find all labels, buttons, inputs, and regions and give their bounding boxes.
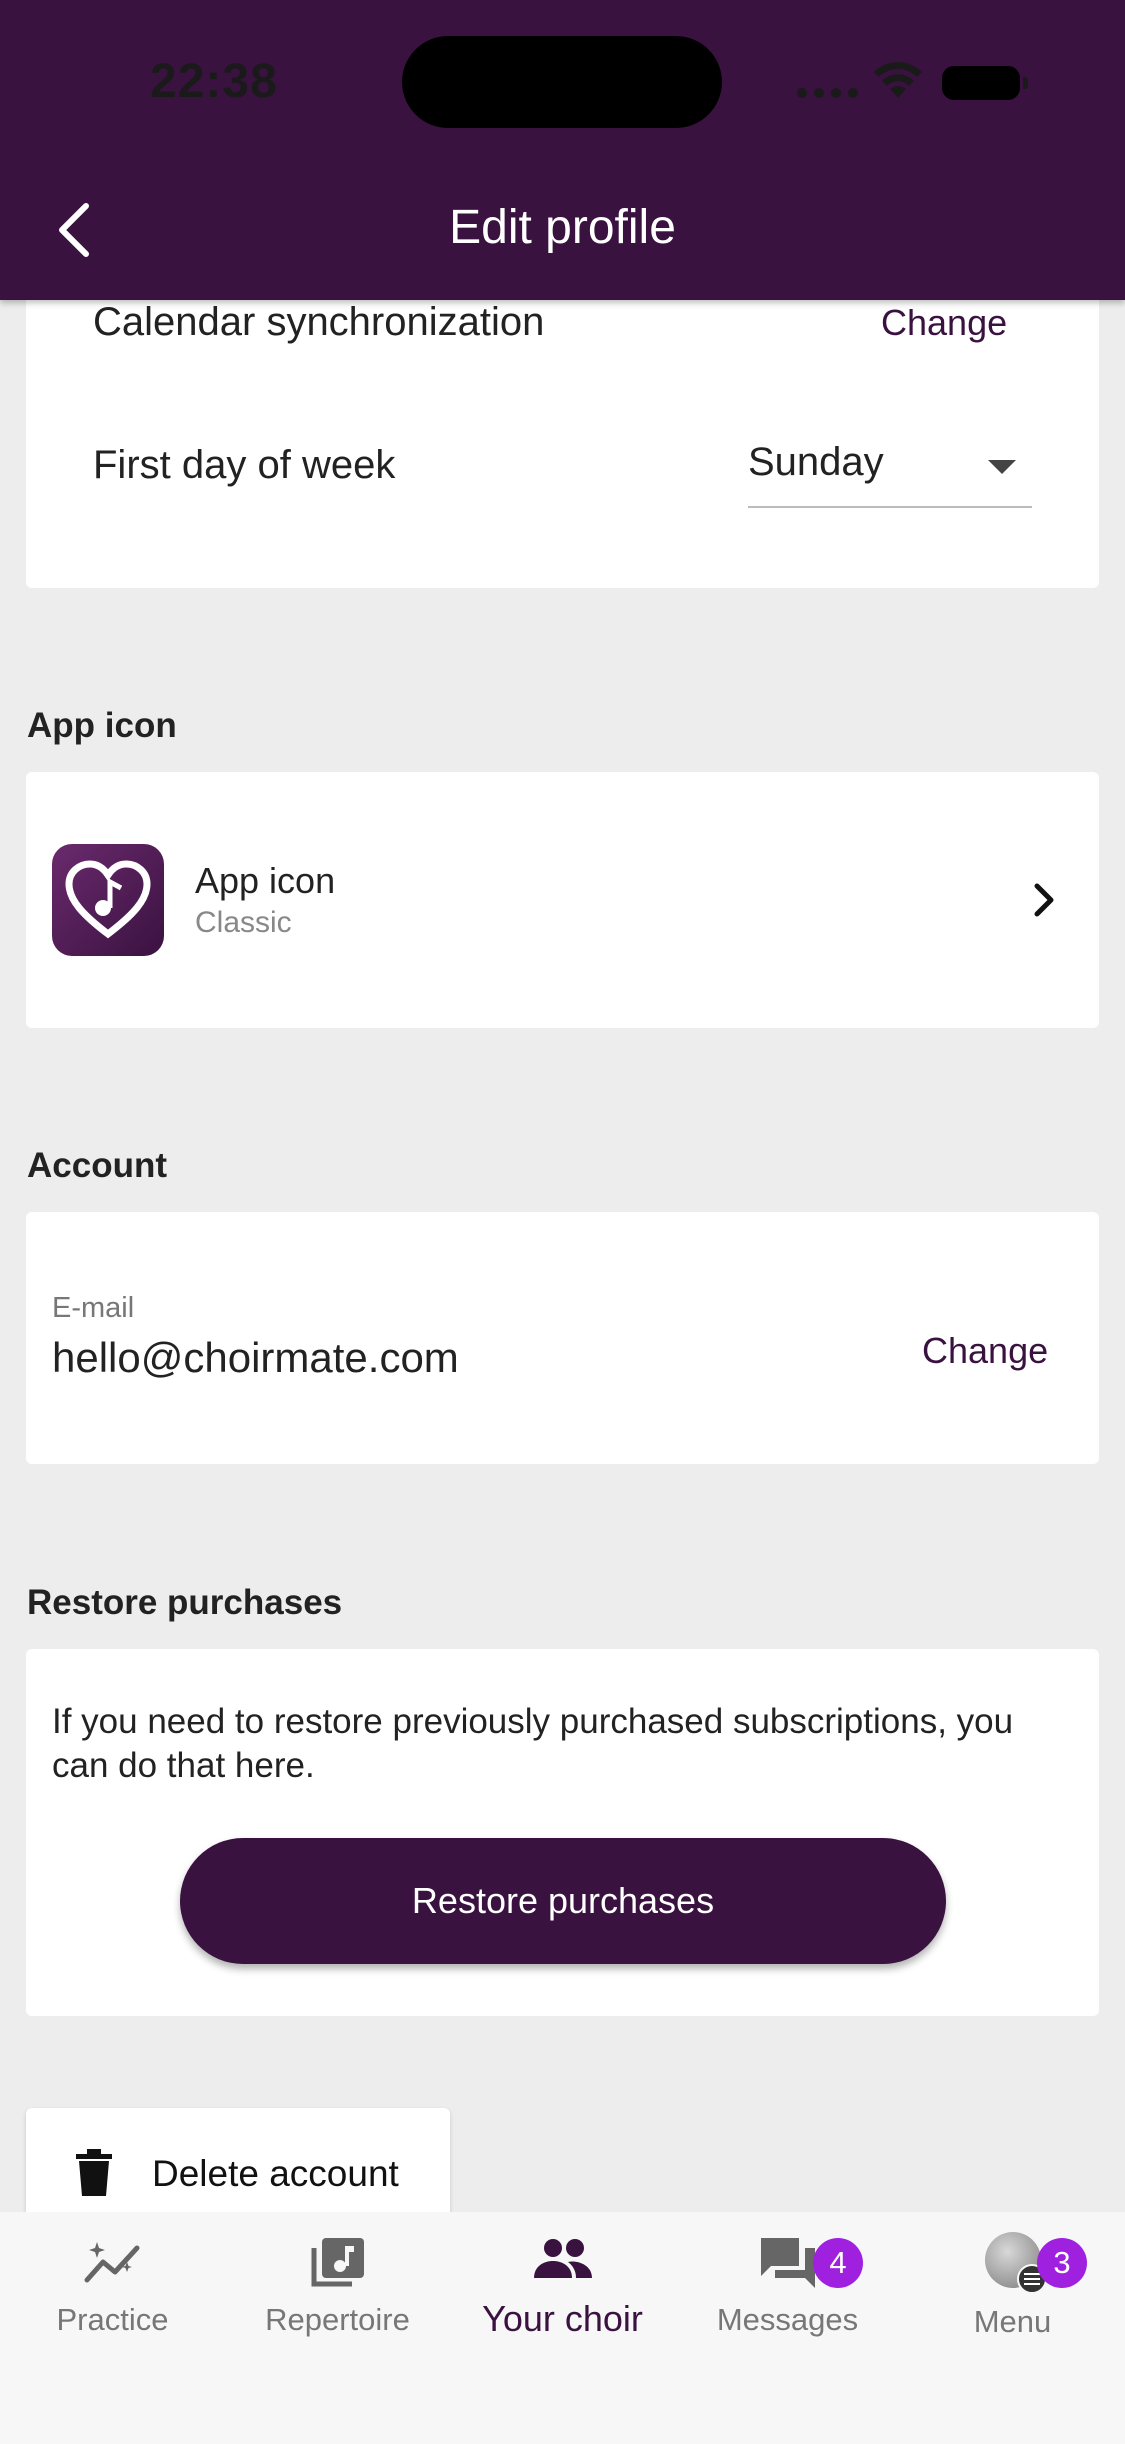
app-icon-heading: App icon xyxy=(27,706,177,745)
status-time: 22:38 xyxy=(150,55,278,108)
battery-icon xyxy=(942,66,1028,100)
nav-practice[interactable]: Practice xyxy=(0,2212,225,2362)
nav-menu-label: Menu xyxy=(973,2304,1052,2339)
nav-your-choir-label: Your choir xyxy=(482,2298,643,2339)
first-day-value: Sunday xyxy=(748,440,884,484)
calendar-sync-label: Calendar synchronization xyxy=(93,300,545,344)
restore-heading: Restore purchases xyxy=(27,1583,343,1622)
nav-repertoire[interactable]: Repertoire xyxy=(225,2212,450,2362)
nav-practice-label: Practice xyxy=(56,2302,169,2337)
chart-sparkle-icon xyxy=(84,2242,139,2283)
nav-messages-label: Messages xyxy=(716,2302,859,2337)
email-value: hello@choirmate.com xyxy=(52,1334,459,1381)
messages-badge: 4 xyxy=(813,2238,863,2288)
account-heading: Account xyxy=(27,1146,167,1185)
first-day-label: First day of week xyxy=(93,443,396,487)
wifi-icon xyxy=(874,62,922,98)
app-icon-title: App icon xyxy=(195,860,336,901)
trash-icon xyxy=(76,2149,112,2196)
dropdown-arrow-icon xyxy=(988,460,1016,474)
restore-description: If you need to restore previously purcha… xyxy=(52,1702,1014,1785)
email-change-button[interactable]: Change xyxy=(922,1330,1048,1372)
chevron-right-icon xyxy=(1034,883,1054,917)
page-title: Edit profile xyxy=(449,201,676,254)
nav-messages[interactable]: 4 Messages xyxy=(675,2212,900,2362)
nav-repertoire-label: Repertoire xyxy=(265,2302,410,2337)
chat-icon xyxy=(760,2238,815,2288)
avatar xyxy=(984,2232,1047,2294)
restore-purchases-button[interactable]: Restore purchases xyxy=(180,1838,946,1964)
first-day-dropdown[interactable]: Sunday xyxy=(748,430,1032,508)
app-icon-row[interactable] xyxy=(26,772,1099,1028)
delete-account-label: Delete account xyxy=(152,2153,399,2194)
app-icon-heart-icon xyxy=(52,844,164,956)
nav-your-choir[interactable]: Your choir xyxy=(450,2212,675,2362)
nav-menu[interactable]: 3 Menu xyxy=(900,2212,1125,2362)
dynamic-island xyxy=(402,36,722,128)
group-icon xyxy=(533,2239,592,2278)
email-label: E-mail xyxy=(52,1292,135,1324)
app-header: 22:38 Edit profile xyxy=(0,0,1125,300)
menu-badge: 3 xyxy=(1037,2238,1087,2288)
signal-dots-icon xyxy=(797,88,858,98)
calendar-change-button[interactable]: Change xyxy=(881,302,1007,344)
app-icon-subtitle: Classic xyxy=(195,906,292,939)
bottom-navigation: Practice Repertoire Your choir 4 Message… xyxy=(0,2212,1125,2444)
music-library-icon xyxy=(311,2238,364,2287)
